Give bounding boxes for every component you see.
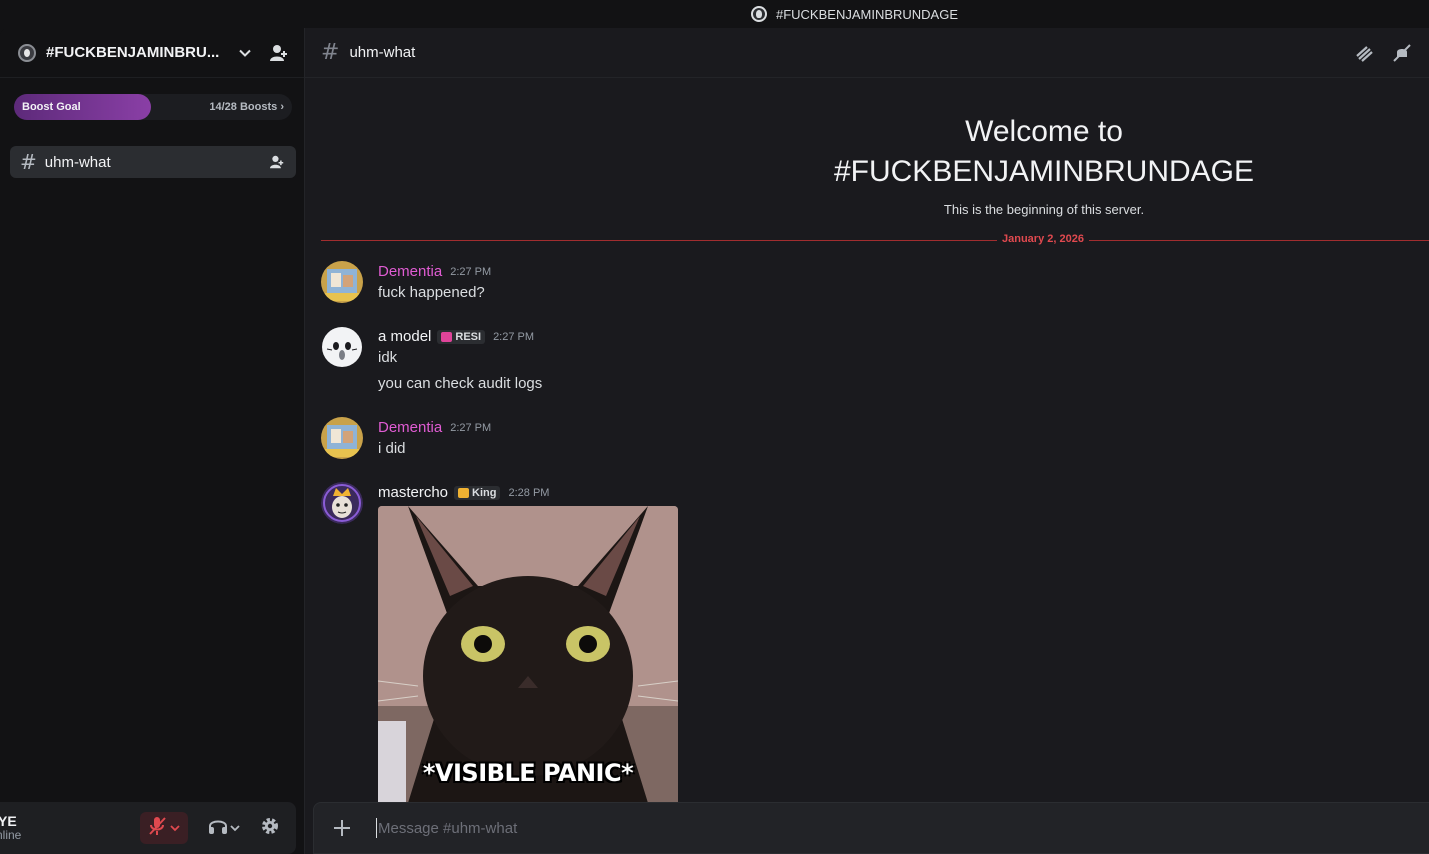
- add-member-icon[interactable]: [268, 42, 290, 64]
- user-name: YE: [0, 812, 17, 829]
- chevron-down-icon[interactable]: [234, 42, 256, 64]
- timestamp: 2:27 PM: [450, 421, 492, 434]
- hash-icon: #: [20, 150, 37, 174]
- boost-goal-label: Boost Goal: [22, 101, 81, 113]
- chevron-down-icon[interactable]: [229, 819, 241, 837]
- window-title: #FUCKBENJAMINBRUNDAGE: [775, 6, 959, 22]
- hash-icon: #: [321, 40, 340, 65]
- tag-icon: [441, 331, 453, 342]
- channel-name: uhm-what: [44, 153, 111, 171]
- gear-icon: [260, 816, 280, 841]
- message-header: Dementia 2:27 PM: [378, 419, 491, 436]
- message-header: mastercho King 2:28 PM: [378, 484, 549, 501]
- message-text: idk: [378, 349, 398, 366]
- date-divider: January 2, 2026: [321, 233, 1429, 245]
- channel-sidebar: #FUCKBENJAMINBRU... Boost Goal 14/28 Boo…: [0, 28, 304, 854]
- avatar[interactable]: [321, 417, 363, 459]
- avatar[interactable]: [321, 326, 363, 368]
- tag-icon: [458, 487, 470, 498]
- avatar[interactable]: [321, 482, 363, 524]
- author-name[interactable]: a model: [378, 328, 431, 345]
- message-text: you can check audit logs: [378, 375, 543, 392]
- user-status: nline: [0, 828, 22, 843]
- author-name[interactable]: mastercho: [378, 484, 448, 501]
- chat-area: # uhm-what Welcome to #FUCKBENJAMINBRUND…: [304, 28, 1429, 854]
- welcome-heading: Welcome to: [965, 115, 1123, 148]
- headphones-icon: [207, 816, 229, 841]
- author-name[interactable]: Dementia: [378, 419, 442, 436]
- avatar[interactable]: [321, 261, 363, 303]
- server-icon: [750, 6, 767, 22]
- timestamp: 2:27 PM: [493, 330, 535, 343]
- message-input[interactable]: [376, 818, 1429, 838]
- channel-item-uhm-what[interactable]: # uhm-what: [10, 146, 296, 178]
- boost-count: 14/28 Boosts ›: [209, 101, 284, 113]
- add-member-icon[interactable]: [268, 153, 286, 171]
- boost-goal-bar[interactable]: Boost Goal 14/28 Boosts ›: [14, 94, 292, 120]
- mic-toggle-button[interactable]: [140, 812, 188, 844]
- timestamp: 2:27 PM: [450, 265, 492, 278]
- user-info[interactable]: YE nline: [0, 812, 140, 843]
- welcome-subtitle: This is the beginning of this server.: [943, 202, 1145, 217]
- guild-tag[interactable]: King: [454, 485, 501, 500]
- message-text: i did: [378, 440, 406, 457]
- threads-icon[interactable]: [1352, 41, 1376, 65]
- timestamp: 2:28 PM: [508, 486, 550, 499]
- chevron-right-icon: ›: [280, 101, 284, 113]
- server-icon: [18, 43, 36, 62]
- image-caption: *VISIBLE PANIC*: [422, 759, 634, 787]
- image-attachment[interactable]: *VISIBLE PANIC*: [378, 506, 678, 803]
- message-header: a model RESI 2:27 PM: [378, 328, 534, 345]
- guild-tag[interactable]: RESI: [437, 329, 486, 344]
- message-text: fuck happened?: [378, 284, 485, 301]
- user-settings-button[interactable]: [254, 812, 286, 844]
- headphones-toggle-button[interactable]: [200, 812, 248, 844]
- window-titlebar: #FUCKBENJAMINBRUNDAGE: [0, 0, 1429, 28]
- user-panel: YE nline: [0, 802, 296, 854]
- mic-muted-icon: [147, 816, 169, 841]
- welcome-server-name: #FUCKBENJAMINBRUNDAGE: [833, 155, 1255, 188]
- author-name[interactable]: Dementia: [378, 263, 442, 280]
- server-header[interactable]: #FUCKBENJAMINBRU...: [0, 28, 304, 78]
- date-divider-label: January 2, 2026: [997, 233, 1089, 245]
- message-composer: [313, 802, 1429, 854]
- bell-muted-icon[interactable]: [1390, 41, 1414, 65]
- chevron-down-icon[interactable]: [169, 819, 181, 837]
- plus-icon[interactable]: [330, 816, 354, 840]
- message-header: Dementia 2:27 PM: [378, 263, 491, 280]
- server-name: #FUCKBENJAMINBRU...: [46, 44, 220, 61]
- welcome-block: Welcome to #FUCKBENJAMINBRUNDAGE This is…: [305, 112, 1429, 217]
- channel-header: # uhm-what: [305, 28, 1429, 78]
- channel-title: uhm-what: [349, 44, 416, 61]
